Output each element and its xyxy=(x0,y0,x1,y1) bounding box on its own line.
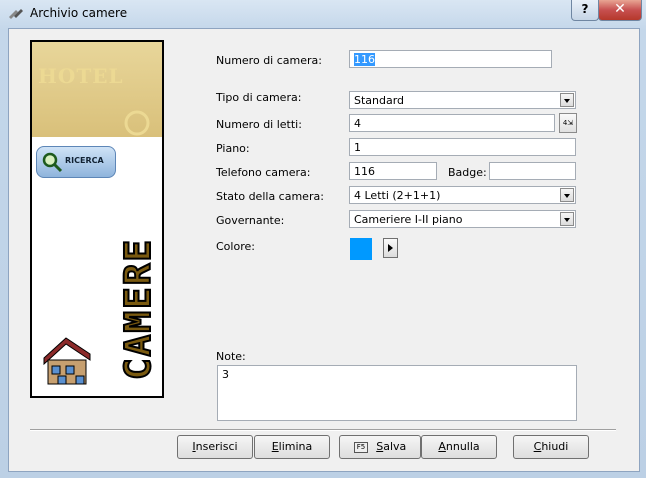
beds-lookup-button[interactable]: 4⇲ xyxy=(559,113,577,133)
status-value: 4 Letti (2+1+1) xyxy=(354,189,441,202)
camere-vertical-label: CAMERE xyxy=(117,237,160,381)
save-button[interactable]: F5 Salva xyxy=(339,435,421,459)
status-select[interactable]: 4 Letti (2+1+1) xyxy=(349,186,576,204)
delete-accel: E xyxy=(271,440,279,453)
app-icon xyxy=(9,9,23,19)
status-label: Stato della camera: xyxy=(216,190,324,203)
housekeeper-value: Cameriere I-II piano xyxy=(354,213,463,226)
search-button[interactable]: RICERCA xyxy=(36,146,116,178)
notes-value: 3 xyxy=(222,368,229,381)
f5-key-icon: F5 xyxy=(353,442,369,453)
cancel-accel: A xyxy=(438,440,446,453)
beds-value: 4 xyxy=(354,117,361,130)
house-icon xyxy=(43,337,91,385)
badge-label: Badge: xyxy=(448,166,487,179)
housekeeper-select[interactable]: Cameriere I-II piano xyxy=(349,210,576,228)
phone-label: Telefono camera: xyxy=(216,166,311,179)
chevron-down-icon[interactable] xyxy=(560,93,574,107)
window-title: Archivio camere xyxy=(30,6,128,20)
badge-input[interactable] xyxy=(489,162,576,180)
floor-input[interactable]: 1 xyxy=(349,138,576,156)
hotel-emblem-icon xyxy=(124,110,150,136)
close-window-button[interactable]: ✕ xyxy=(598,0,642,21)
floor-value: 1 xyxy=(354,141,361,154)
insert-button[interactable]: Inserisci xyxy=(177,435,253,459)
housekeeper-label: Governante: xyxy=(216,214,285,227)
search-button-label: RICERCA xyxy=(65,156,104,165)
side-image-panel: HOTEL RICERCA CAMERE xyxy=(30,40,164,398)
beds-label: Numero di letti: xyxy=(216,118,302,131)
cancel-label: nnulla xyxy=(445,440,480,453)
close-button[interactable]: Chiudi xyxy=(513,435,589,459)
dialog-client-area: HOTEL RICERCA CAMERE Numero di camera: 1… xyxy=(8,28,640,472)
beds-input[interactable]: 4 xyxy=(349,114,555,132)
room-number-label: Numero di camera: xyxy=(216,54,322,67)
room-type-value: Standard xyxy=(354,94,405,107)
color-picker-arrow-icon[interactable] xyxy=(383,238,398,258)
phone-input[interactable]: 116 xyxy=(349,162,437,180)
notes-label: Note: xyxy=(216,350,246,363)
help-button[interactable]: ? xyxy=(571,0,599,21)
floor-label: Piano: xyxy=(216,142,250,155)
room-number-value: 116 xyxy=(354,53,375,66)
color-swatch[interactable] xyxy=(350,238,372,260)
cancel-button[interactable]: Annulla xyxy=(421,435,497,459)
save-label: alva xyxy=(383,440,407,453)
close-label: hiudi xyxy=(541,440,569,453)
hotel-picture: HOTEL xyxy=(32,42,162,137)
chevron-down-icon[interactable] xyxy=(560,188,574,202)
room-number-input[interactable]: 116 xyxy=(349,50,552,68)
chevron-down-icon[interactable] xyxy=(560,212,574,226)
room-type-label: Tipo di camera: xyxy=(216,91,302,104)
hotel-sign-text: HOTEL xyxy=(38,64,124,88)
notes-textarea[interactable]: 3 xyxy=(217,365,577,421)
delete-label: limina xyxy=(278,440,313,453)
camere-vertical-title: CAMERE xyxy=(117,200,160,381)
application-window: Archivio camere ? ✕ HOTEL RICERCA CAMERE xyxy=(0,0,646,478)
magnifier-icon xyxy=(42,152,63,173)
title-bar: Archivio camere ? ✕ xyxy=(0,0,646,28)
color-label: Colore: xyxy=(216,240,255,253)
room-type-select[interactable]: Standard xyxy=(349,91,576,109)
delete-button[interactable]: Elimina xyxy=(254,435,330,459)
insert-label: nserisci xyxy=(195,440,238,453)
footer-separator xyxy=(30,429,616,431)
phone-value: 116 xyxy=(354,165,375,178)
